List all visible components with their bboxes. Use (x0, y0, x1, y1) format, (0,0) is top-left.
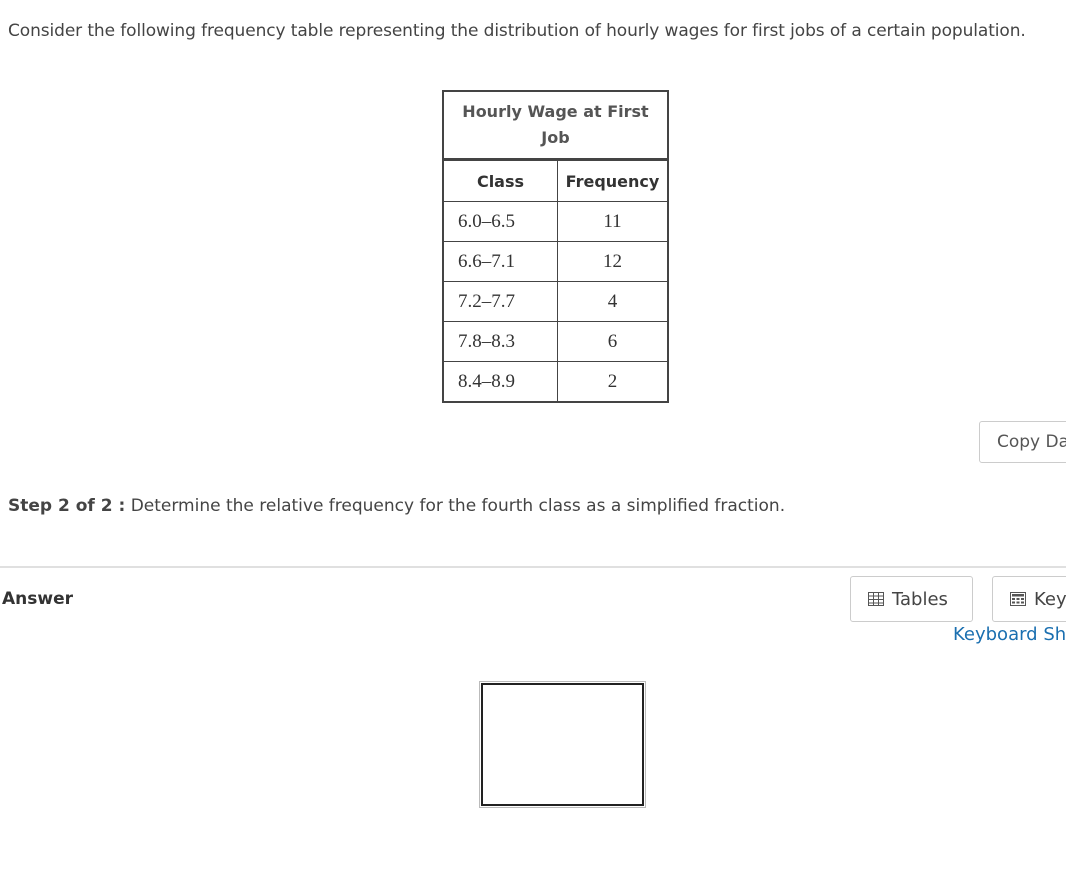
frequency-column-header: Frequency (557, 159, 669, 202)
table-title-line2: Job (541, 128, 570, 147)
tables-button[interactable]: Tables (850, 576, 973, 622)
frequency-cell: 11 (557, 201, 669, 242)
table-title: Hourly Wage at First Job (442, 90, 669, 161)
table-row: 6.6–7.1 12 (442, 241, 669, 282)
question-intro: Consider the following frequency table r… (8, 21, 1026, 41)
step-text: Determine the relative frequency for the… (130, 496, 786, 516)
keyboard-shortcuts-link[interactable]: Keyboard Sho (953, 624, 1066, 645)
tables-button-label: Tables (892, 588, 948, 610)
keypad-button[interactable]: Key (992, 576, 1066, 622)
keypad-icon (1010, 592, 1026, 606)
step-label: Step 2 of 2 : (8, 496, 126, 516)
table-row: 8.4–8.9 2 (442, 361, 669, 403)
section-divider (0, 566, 1066, 568)
class-column-header: Class (442, 159, 558, 202)
table-row: 7.2–7.7 4 (442, 281, 669, 322)
class-cell: 7.8–8.3 (442, 321, 558, 362)
answer-label: Answer (2, 589, 73, 609)
class-cell: 7.2–7.7 (442, 281, 558, 322)
frequency-cell: 4 (557, 281, 669, 322)
class-cell: 6.0–6.5 (442, 201, 558, 242)
frequency-table: Hourly Wage at First Job Class Frequency… (442, 90, 669, 403)
table-grid-icon (868, 592, 884, 606)
class-cell: 6.6–7.1 (442, 241, 558, 282)
answer-input[interactable] (479, 681, 646, 808)
keypad-button-label: Key (1034, 588, 1066, 610)
copy-data-button[interactable]: Copy Da (979, 421, 1066, 463)
frequency-cell: 2 (557, 361, 669, 403)
table-row: 6.0–6.5 11 (442, 201, 669, 242)
class-cell: 8.4–8.9 (442, 361, 558, 403)
table-row: 7.8–8.3 6 (442, 321, 669, 362)
table-title-line1: Hourly Wage at First (462, 102, 649, 121)
step-instruction: Step 2 of 2 : Determine the relative fre… (8, 496, 785, 516)
frequency-cell: 6 (557, 321, 669, 362)
frequency-cell: 12 (557, 241, 669, 282)
